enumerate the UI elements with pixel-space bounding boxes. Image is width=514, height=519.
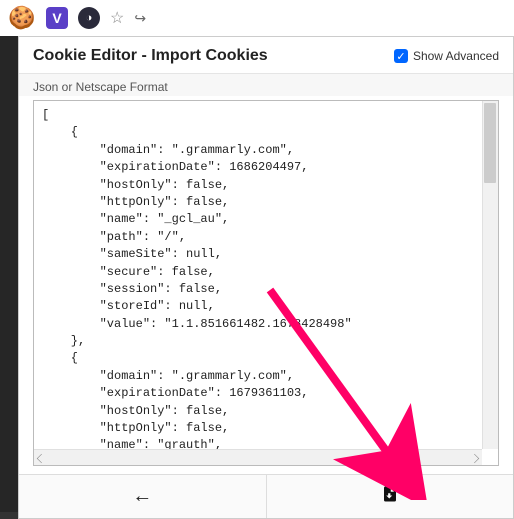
checkbox-checked-icon: ✓ <box>394 49 408 63</box>
show-advanced-toggle[interactable]: ✓ Show Advanced <box>394 49 499 63</box>
json-content[interactable]: [ { "domain": ".grammarly.com", "expirat… <box>34 101 498 449</box>
background-page <box>0 36 18 512</box>
show-advanced-label: Show Advanced <box>413 49 499 63</box>
popup-header: Cookie Editor - Import Cookies ✓ Show Ad… <box>19 37 513 74</box>
cookie-icon: 🍪 <box>8 4 36 32</box>
back-arrow-icon: ← <box>132 485 152 508</box>
star-icon[interactable]: ☆ <box>110 8 124 28</box>
forward-icon[interactable]: ↪ <box>134 10 146 27</box>
cookie-editor-popup: Cookie Editor - Import Cookies ✓ Show Ad… <box>18 36 514 519</box>
import-file-icon <box>381 484 399 509</box>
extension-v-icon[interactable]: V <box>46 7 68 29</box>
browser-toolbar: 🍪 V ◑ ☆ ↪ <box>0 0 514 36</box>
extension-circle-icon[interactable]: ◑ <box>78 7 100 29</box>
scrollbar-horizontal[interactable] <box>34 449 482 465</box>
popup-footer: ← <box>19 474 513 518</box>
popup-title: Cookie Editor - Import Cookies <box>33 47 268 65</box>
json-textarea[interactable]: [ { "domain": ".grammarly.com", "expirat… <box>33 100 499 466</box>
scrollbar-thumb[interactable] <box>484 103 496 183</box>
scrollbar-vertical[interactable] <box>482 101 498 449</box>
format-label: Json or Netscape Format <box>19 74 513 96</box>
